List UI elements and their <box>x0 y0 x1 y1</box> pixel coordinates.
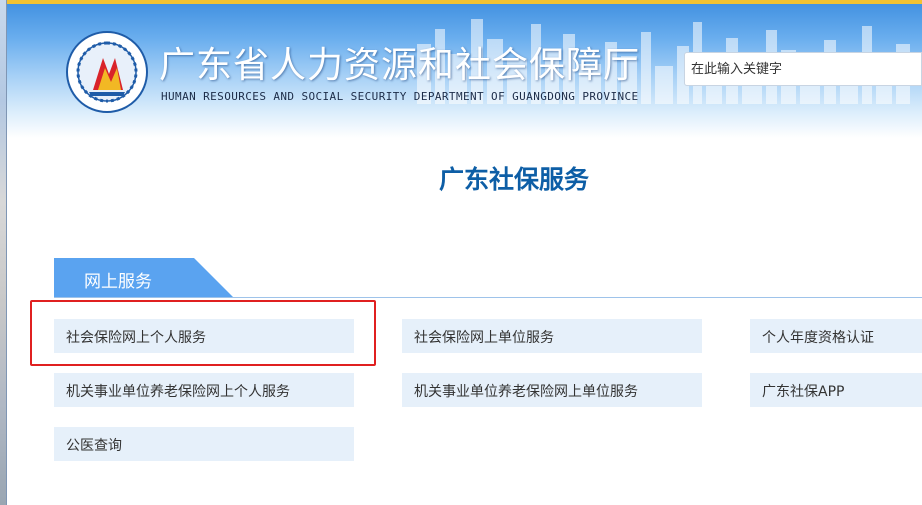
tab-online-services[interactable]: 网上服务 <box>54 258 234 298</box>
service-link-social-insurance-employer[interactable]: 社会保险网上单位服务 <box>402 319 702 353</box>
browser-page: 广东省人力资源和社会保障厅 HUMAN RESOURCES AND SOCIAL… <box>0 0 922 505</box>
search-input[interactable] <box>684 52 922 86</box>
service-link-social-insurance-personal[interactable]: 社会保险网上个人服务 <box>54 319 354 353</box>
service-link-pension-employer[interactable]: 机关事业单位养老保险网上单位服务 <box>402 373 702 407</box>
page-heading: 广东社保服务 <box>438 165 589 194</box>
service-link-pension-personal[interactable]: 机关事业单位养老保险网上个人服务 <box>54 373 354 407</box>
section-divider <box>54 297 922 298</box>
site-title: 广东省人力资源和社会保障厅 <box>159 45 641 86</box>
service-link-public-medical-query[interactable]: 公医查询 <box>54 427 354 461</box>
service-link-social-insurance-app[interactable]: 广东社保APP <box>750 373 922 407</box>
site-subtitle: HUMAN RESOURCES AND SOCIAL SECURITY DEPA… <box>161 90 639 103</box>
service-link-annual-qualification[interactable]: 个人年度资格认证 <box>750 319 922 353</box>
department-logo-emblem <box>66 31 148 113</box>
